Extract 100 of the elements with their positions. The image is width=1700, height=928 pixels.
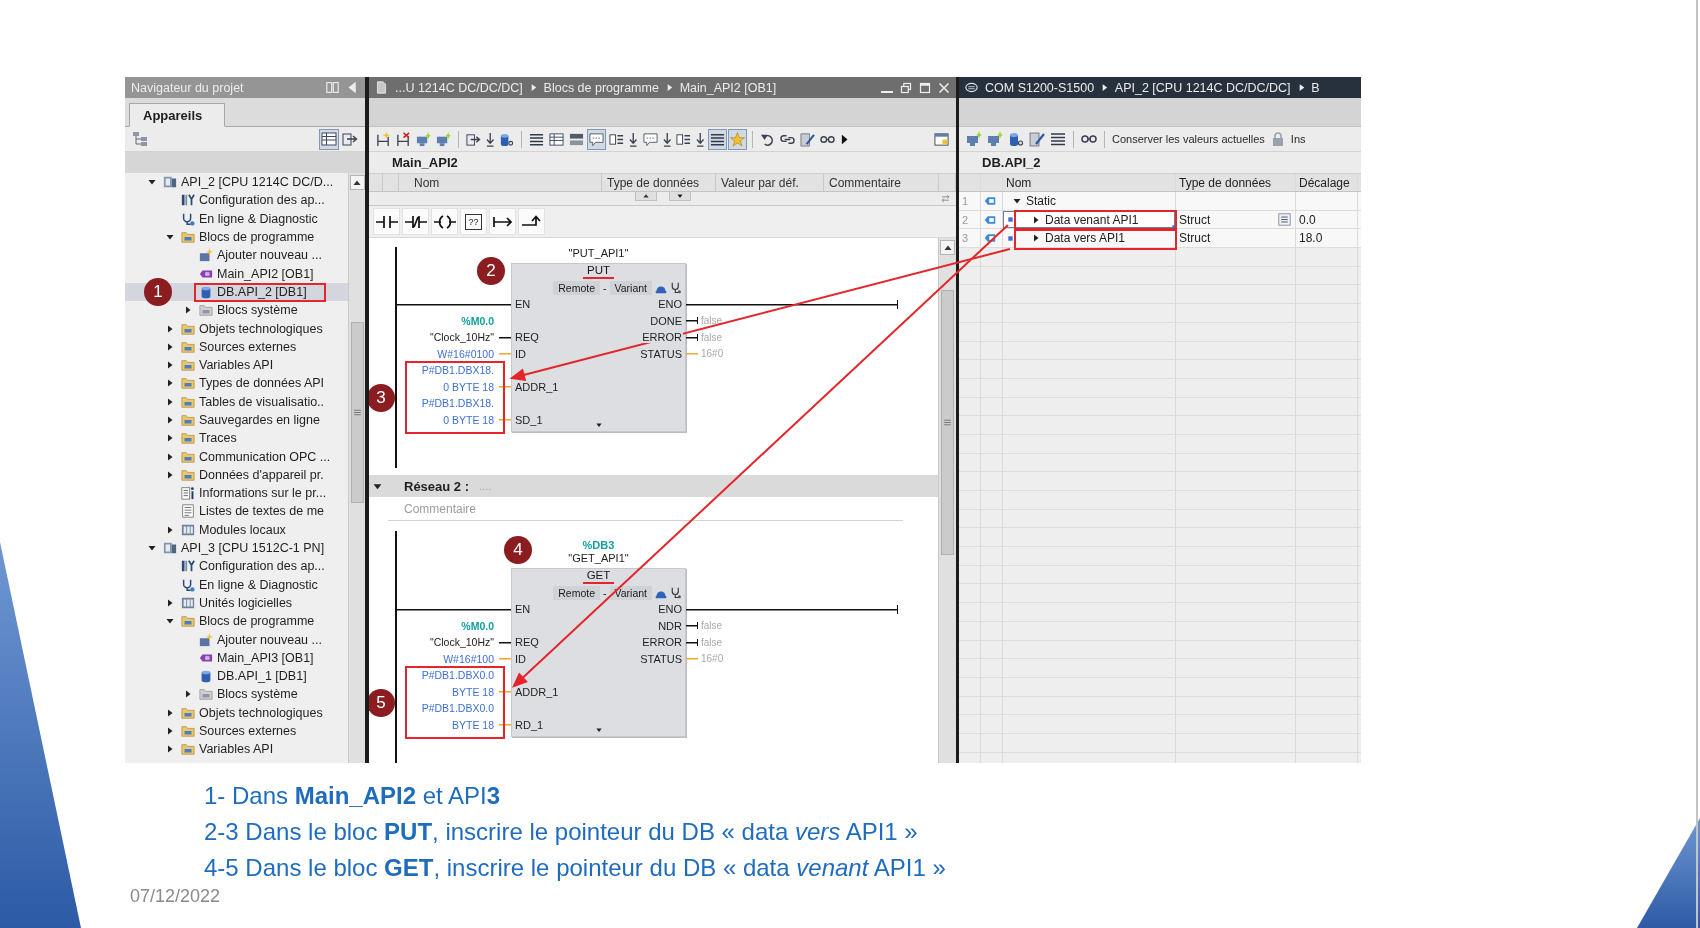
comment-field[interactable]: Commentaire [388,498,903,521]
table-icon [549,131,565,147]
network-title-field[interactable]: .... [477,478,538,494]
tree-item[interactable]: Ajouter nouveau ... [125,246,348,265]
toolbar-button[interactable] [319,128,339,150]
pin-label: SD_1 [514,413,544,426]
tree-item[interactable]: Configuration des ap... [125,557,348,576]
arrow-out-icon [466,131,481,147]
chevron-right-icon [665,83,673,92]
list-box-icon [1278,213,1291,227]
contact-icon [375,214,398,229]
caret-up-icon [943,243,952,252]
tree-item[interactable]: Données d'appareil pr. [125,465,348,485]
breadcrumb-item[interactable]: COM S1200-S1500 [985,80,1095,95]
network-title: Réseau 2 : [404,478,470,494]
tree-item[interactable]: Communication OPC ... [125,447,348,466]
page-icon [375,81,388,94]
scroll-up-button[interactable] [349,175,365,190]
tree-item[interactable]: Sauvegardes en ligne [125,410,348,430]
minimize-icon [881,90,893,93]
breadcrumb-item[interactable]: B [1311,80,1320,95]
tree-item[interactable]: Blocs de programme [125,227,348,247]
close-icon [938,81,950,94]
instruction-button[interactable]: ?? [460,208,487,235]
step-marker: 4 [504,535,532,564]
toolbar-button[interactable]: Ins [1288,128,1308,150]
tree-item[interactable]: Modules locaux [125,520,348,539]
output-value: false [701,315,723,327]
tree-item[interactable]: Sources externes [125,721,348,741]
tree-item[interactable]: Main_API3 [OB1] [125,648,348,667]
chevron-right-icon [1297,83,1305,92]
tree-item[interactable]: Unités logicielles [125,593,348,613]
tree-item[interactable]: API_3 [CPU 1512C-1 PN] [125,538,348,558]
stethoscope-icon [670,281,682,294]
tab[interactable]: Appareils [129,103,226,127]
tree-item[interactable]: Listes de textes de me [125,502,348,521]
instruction-button[interactable] [489,208,516,235]
instruction-button[interactable] [518,208,545,235]
scroll-thumb[interactable] [941,290,954,555]
pin-label: ID [514,652,527,665]
folder-icon [181,339,195,354]
down-arrow-icon [662,131,672,147]
folder-icon [181,321,195,336]
toolbar-button[interactable]: Conserver les valeurs actuelles [1110,128,1267,150]
table-row[interactable]: 3 Data vers API1 Struct 18.0 [959,229,1361,249]
breadcrumb-item[interactable]: Main_API2 [OB1] [679,80,777,95]
coil-icon [433,214,456,229]
tree-item[interactable]: En ligne & Diagnostic [125,209,348,228]
caret-left-icon [346,81,359,94]
offset-value: 18.0 [1299,231,1323,246]
splitter-down-button[interactable] [669,192,691,201]
tree-item[interactable]: En ligne & Diagnostic [125,575,348,594]
tree-item[interactable]: Tables de visualisatio.. [125,392,348,411]
instruction-line: 2-3 Dans le bloc PUT, inscrire le pointeur du DB « data vers API1 » [204,817,919,847]
row-number: 1 [962,194,969,207]
breadcrumb-item[interactable]: ...U 1214C DC/DC/DC] [395,80,523,95]
output-value: 16#0 [701,653,724,665]
tree-item[interactable]: Configuration des ap... [125,191,348,210]
name-cell[interactable]: Static [1003,192,1176,210]
folder-icon [181,230,195,245]
instruction-button[interactable] [431,208,458,235]
tree-item[interactable]: Traces [125,429,348,448]
data-type: Struct [1179,231,1211,246]
tree-item[interactable]: Types de données API [125,374,348,393]
tree-item[interactable]: DB.API_1 [DB1] [125,667,348,686]
tree-item[interactable]: API_2 [CPU 1214C DC/D... [125,173,348,192]
scroll-thumb[interactable] [350,322,364,503]
table-row[interactable]: 1 Static [959,192,1361,211]
operand-address: %M0.0 [461,619,494,632]
tag-icon [984,213,996,226]
tree-item[interactable]: Informations sur le pr... [125,484,348,503]
chevron-right-icon [529,83,537,92]
tree-item[interactable]: Ajouter nouveau ... [125,630,348,649]
pin-label: ENO [657,603,683,616]
tree-item[interactable]: Objets technologiques [125,319,348,338]
folder-icon [181,431,195,446]
step-marker: 1 [144,278,172,307]
list-icon [709,131,725,147]
sparkle-block-icon [199,632,213,647]
instruction-button[interactable] [373,208,400,235]
module-icon [181,595,195,610]
scroll-up-button[interactable] [940,240,955,255]
block-title: DB.API_2 [982,155,1041,170]
sparkle-block-icon [199,248,213,263]
folder-icon [181,724,195,739]
toolbar-button[interactable] [707,128,727,150]
tree-item[interactable]: Objets technologiques [125,703,348,722]
tree-item[interactable]: Sources externes [125,337,348,356]
operand-text: BYTE 18 [451,685,494,698]
breadcrumb-item[interactable]: API_2 [CPU 1214C DC/DC/DC] [1114,80,1291,95]
breadcrumb-item[interactable]: Blocs de programme [543,80,659,95]
splitter-up-button[interactable] [635,192,657,201]
disc-icon [965,81,978,94]
name-cell[interactable]: Data venant API1 [1003,210,1176,229]
tree-item[interactable]: Variables API [125,355,348,375]
tree-item[interactable]: Blocs système [125,685,348,704]
instruction-button[interactable] [402,208,429,235]
tree-item[interactable]: Variables API [125,740,348,759]
column-header: Valeur par déf. [721,175,799,190]
tree-item[interactable]: Blocs de programme [125,612,348,631]
